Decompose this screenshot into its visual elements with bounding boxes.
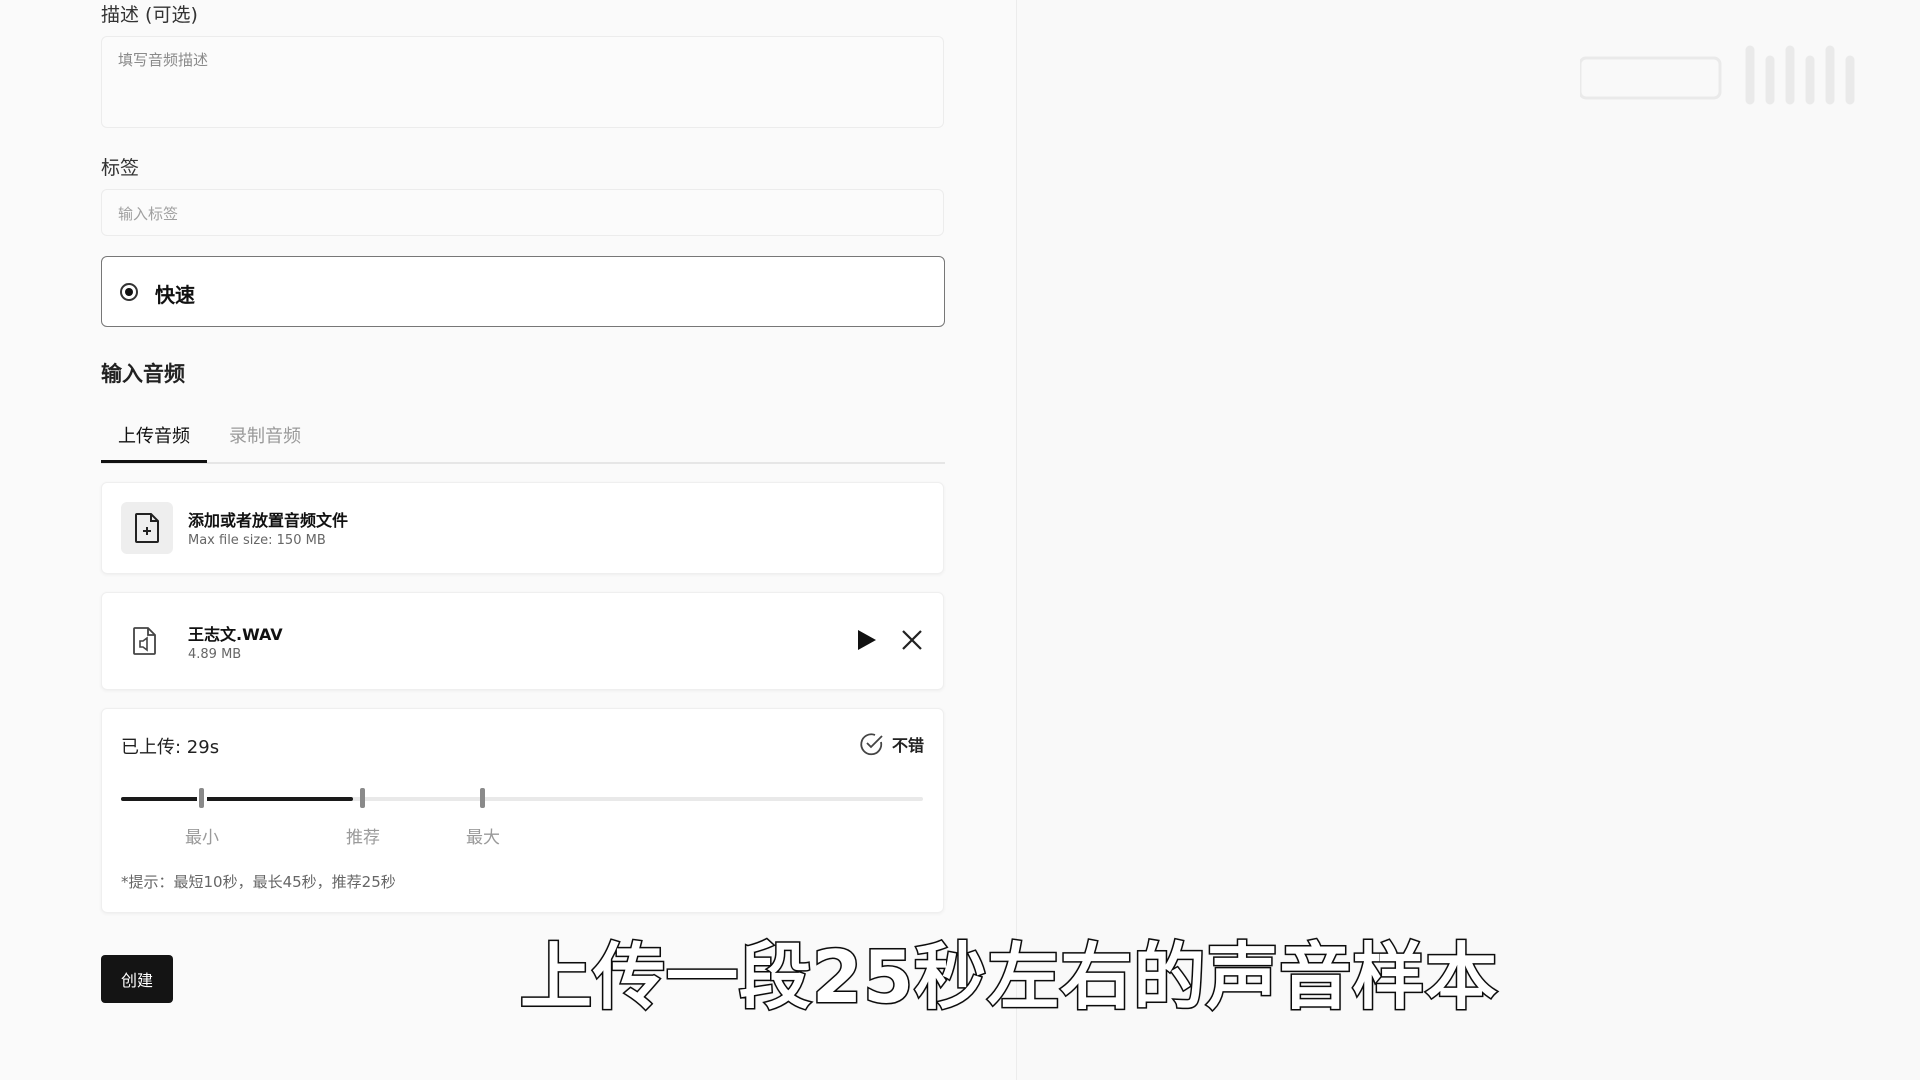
radio-selected-icon[interactable] xyxy=(120,283,138,301)
recommended-label: 推荐 xyxy=(346,828,380,848)
check-circle-icon xyxy=(859,731,885,757)
description-textarea[interactable]: 填写音频描述 xyxy=(101,36,944,128)
max-marker xyxy=(480,788,485,808)
file-size: 4.89 MB xyxy=(188,647,242,662)
duration-track xyxy=(121,788,923,808)
audio-tabs: 上传音频 录制音频 xyxy=(101,412,945,464)
close-icon xyxy=(902,630,922,650)
duration-fill xyxy=(121,797,353,801)
mode-option-label: 快速 xyxy=(155,283,195,307)
duration-hint: *提示：最短10秒，最长45秒，推荐25秒 xyxy=(121,873,396,891)
tab-record-audio[interactable]: 录制音频 xyxy=(229,422,301,448)
uploaded-duration: 已上传: 29s xyxy=(121,737,220,758)
max-label: 最大 xyxy=(466,828,500,848)
video-watermark-logo xyxy=(1578,40,1880,114)
duration-card: 已上传: 29s 不错 最小 推荐 最大 *提示：最短10秒，最长45秒，推荐2… xyxy=(101,708,944,913)
file-name: 王志文.WAV xyxy=(188,625,283,644)
uploaded-file-card: 王志文.WAV 4.89 MB xyxy=(101,592,944,690)
video-subtitle: 上传一段25秒左右的声音样本 xyxy=(518,934,1499,1021)
tags-label: 标签 xyxy=(101,157,140,179)
input-audio-title: 输入音频 xyxy=(101,362,185,386)
quality-status: 不错 xyxy=(892,736,925,755)
description-label: 描述 (可选) xyxy=(101,4,198,26)
min-label: 最小 xyxy=(185,828,219,848)
audio-file-icon xyxy=(132,626,158,660)
play-button[interactable] xyxy=(853,627,879,653)
tags-input[interactable]: 输入标签 xyxy=(101,189,944,236)
description-placeholder: 填写音频描述 xyxy=(118,51,209,69)
upload-dropzone[interactable]: 添加或者放置音频文件 Max file size: 150 MB xyxy=(101,482,944,574)
tab-upload-audio[interactable]: 上传音频 xyxy=(101,422,207,463)
mode-option-fast[interactable]: 快速 xyxy=(101,256,945,327)
play-icon xyxy=(858,630,876,650)
upload-title: 添加或者放置音频文件 xyxy=(188,511,349,530)
recommended-marker xyxy=(360,788,365,808)
file-add-icon xyxy=(121,502,173,554)
upload-size-limit: Max file size: 150 MB xyxy=(188,533,326,548)
tags-placeholder: 输入标签 xyxy=(118,205,179,223)
min-marker xyxy=(199,788,204,808)
remove-file-button[interactable] xyxy=(899,627,925,653)
create-button[interactable]: 创建 xyxy=(101,955,173,1003)
